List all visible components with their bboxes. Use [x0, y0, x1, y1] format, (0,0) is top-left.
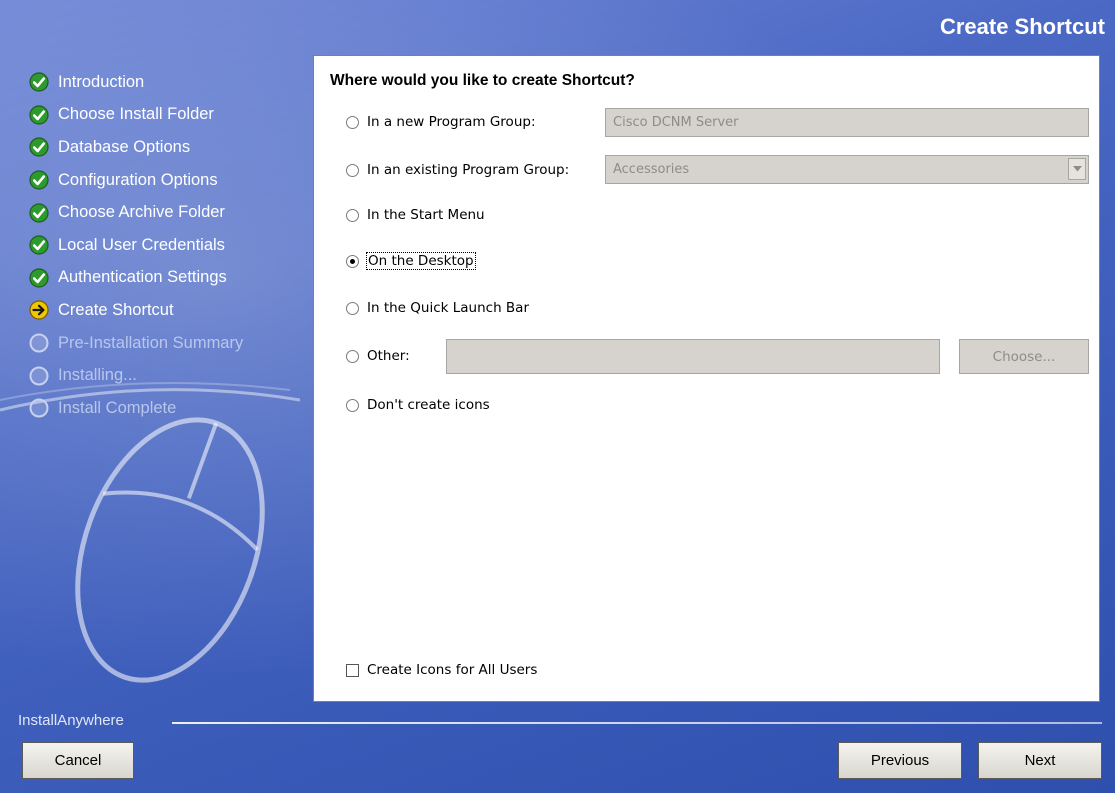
step-installing: Installing...: [28, 359, 243, 392]
step-label: Configuration Options: [58, 170, 218, 189]
next-button[interactable]: Next: [978, 742, 1102, 779]
step-label: Choose Install Folder: [58, 105, 214, 124]
option-label: Don't create icons: [367, 397, 490, 413]
radio-new-program-group[interactable]: In a new Program Group:: [346, 114, 536, 130]
check-icon: [28, 267, 50, 289]
radio-desktop[interactable]: On the Desktop: [346, 252, 476, 270]
pending-circle-icon: [28, 365, 50, 387]
step-label: Installing...: [58, 366, 137, 385]
check-icon: [28, 169, 50, 191]
step-label: Database Options: [58, 137, 191, 156]
radio-dont-create-icons[interactable]: Don't create icons: [346, 397, 490, 413]
step-authentication-settings: Authentication Settings: [28, 262, 243, 295]
radio-start-menu[interactable]: In the Start Menu: [346, 207, 485, 223]
step-create-shortcut: Create Shortcut: [28, 294, 243, 327]
step-install-complete: Install Complete: [28, 392, 243, 425]
steps-list: Introduction Choose Install Folder Datab…: [28, 66, 243, 425]
option-label: In a new Program Group:: [367, 114, 536, 130]
radio-button[interactable]: [346, 163, 359, 177]
step-label: Install Complete: [58, 398, 177, 417]
other-location-input[interactable]: [446, 339, 940, 374]
question-heading: Where would you like to create Shortcut?: [330, 72, 635, 89]
pending-circle-icon: [28, 397, 50, 419]
step-local-user-credentials: Local User Credentials: [28, 229, 243, 262]
option-label: In the Start Menu: [367, 207, 485, 223]
option-label: In the Quick Launch Bar: [367, 300, 529, 316]
radio-other[interactable]: Other:: [346, 348, 410, 364]
radio-button[interactable]: [346, 398, 359, 412]
all-users-checkbox[interactable]: Create Icons for All Users: [346, 662, 537, 678]
radio-button[interactable]: [346, 301, 359, 315]
option-label: Other:: [367, 348, 410, 364]
step-configuration-options: Configuration Options: [28, 164, 243, 197]
radio-button-selected[interactable]: [346, 254, 359, 268]
option-label: In an existing Program Group:: [367, 162, 570, 178]
check-icon: [28, 71, 50, 93]
step-label: Authentication Settings: [58, 268, 227, 287]
checkbox[interactable]: [346, 663, 359, 677]
existing-program-group-select[interactable]: Accessories: [605, 155, 1089, 184]
program-group-name-input[interactable]: Cisco DCNM Server: [605, 108, 1089, 137]
step-label: Pre-Installation Summary: [58, 333, 244, 352]
radio-button[interactable]: [346, 115, 359, 129]
brand-label: InstallAnywhere: [18, 712, 124, 729]
choose-button[interactable]: Choose...: [959, 339, 1089, 374]
checkbox-label: Create Icons for All Users: [367, 662, 538, 678]
radio-button[interactable]: [346, 208, 359, 222]
check-icon: [28, 104, 50, 126]
chevron-down-icon[interactable]: [1068, 158, 1086, 180]
step-introduction: Introduction: [28, 66, 243, 99]
radio-existing-program-group[interactable]: In an existing Program Group:: [346, 162, 569, 178]
step-choose-install-folder: Choose Install Folder: [28, 99, 243, 132]
arrow-right-icon: [28, 299, 50, 321]
step-database-options: Database Options: [28, 131, 243, 164]
option-label: On the Desktop: [366, 252, 476, 270]
step-label: Choose Archive Folder: [58, 203, 225, 222]
previous-button[interactable]: Previous: [838, 742, 962, 779]
radio-quick-launch-bar[interactable]: In the Quick Launch Bar: [346, 300, 529, 316]
step-choose-archive-folder: Choose Archive Folder: [28, 196, 243, 229]
step-label: Introduction: [58, 72, 145, 91]
check-icon: [28, 136, 50, 158]
check-icon: [28, 202, 50, 224]
divider: [172, 722, 1102, 724]
content-panel: Where would you like to create Shortcut?…: [313, 55, 1100, 702]
step-pre-installation-summary: Pre-Installation Summary: [28, 327, 243, 360]
step-label: Create Shortcut: [58, 300, 174, 319]
radio-button[interactable]: [346, 349, 359, 363]
cancel-button[interactable]: Cancel: [22, 742, 134, 779]
check-icon: [28, 234, 50, 256]
page-title: Create Shortcut: [939, 14, 1105, 39]
step-label: Local User Credentials: [58, 235, 225, 254]
pending-circle-icon: [28, 332, 50, 354]
